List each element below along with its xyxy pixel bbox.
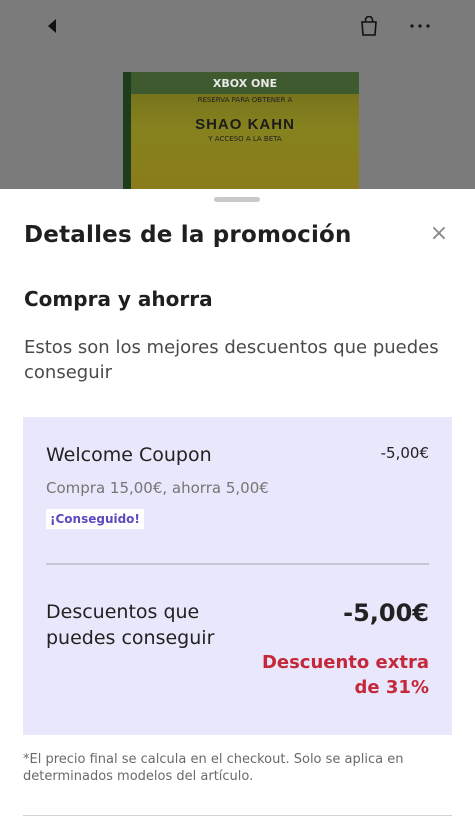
coupon-amount: -5,00€ [380,444,429,462]
discounts-label: Descuentos que puedes conseguir [46,601,215,649]
back-arrow-icon[interactable] [34,8,70,44]
more-options-icon[interactable] [402,8,438,44]
checkout-footnote: *El precio final se calcula en el checko… [23,752,404,784]
bottom-divider [23,815,452,816]
card-divider [46,563,429,565]
section-title: Compra y ahorra [24,287,213,311]
extra-discount-text: Descuento extra de 31% [261,652,429,698]
coupon-condition: Compra 15,00€, ahorra 5,00€ [46,479,269,497]
sheet-drag-handle[interactable] [214,197,260,202]
promotion-card: Welcome Coupon -5,00€ Compra 15,00€, aho… [23,417,452,735]
promo-line-2: Y ACCESO A LA BETA [208,135,282,143]
product-box-image: XBOX ONE RESERVA PARA OBTENER A SHAO KAH… [123,72,359,189]
promo-line-1: RESERVA PARA OBTENER A [197,96,293,104]
promotion-details-sheet: Detalles de la promoción × Compra y ahor… [0,189,475,829]
close-icon[interactable]: × [428,223,450,245]
promo-highlight: SHAO KAHN [195,116,295,133]
achieved-badge: ¡Conseguido! [46,509,144,529]
shopping-bag-icon[interactable] [351,8,387,44]
coupon-name: Welcome Coupon [46,444,212,466]
section-description: Estos son los mejores descuentos que pue… [24,337,439,383]
xbox-one-band: XBOX ONE [131,72,359,94]
discounts-total: -5,00€ [343,599,429,627]
background-page: XBOX ONE RESERVA PARA OBTENER A SHAO KAH… [0,0,475,189]
sheet-title: Detalles de la promoción [24,222,352,248]
